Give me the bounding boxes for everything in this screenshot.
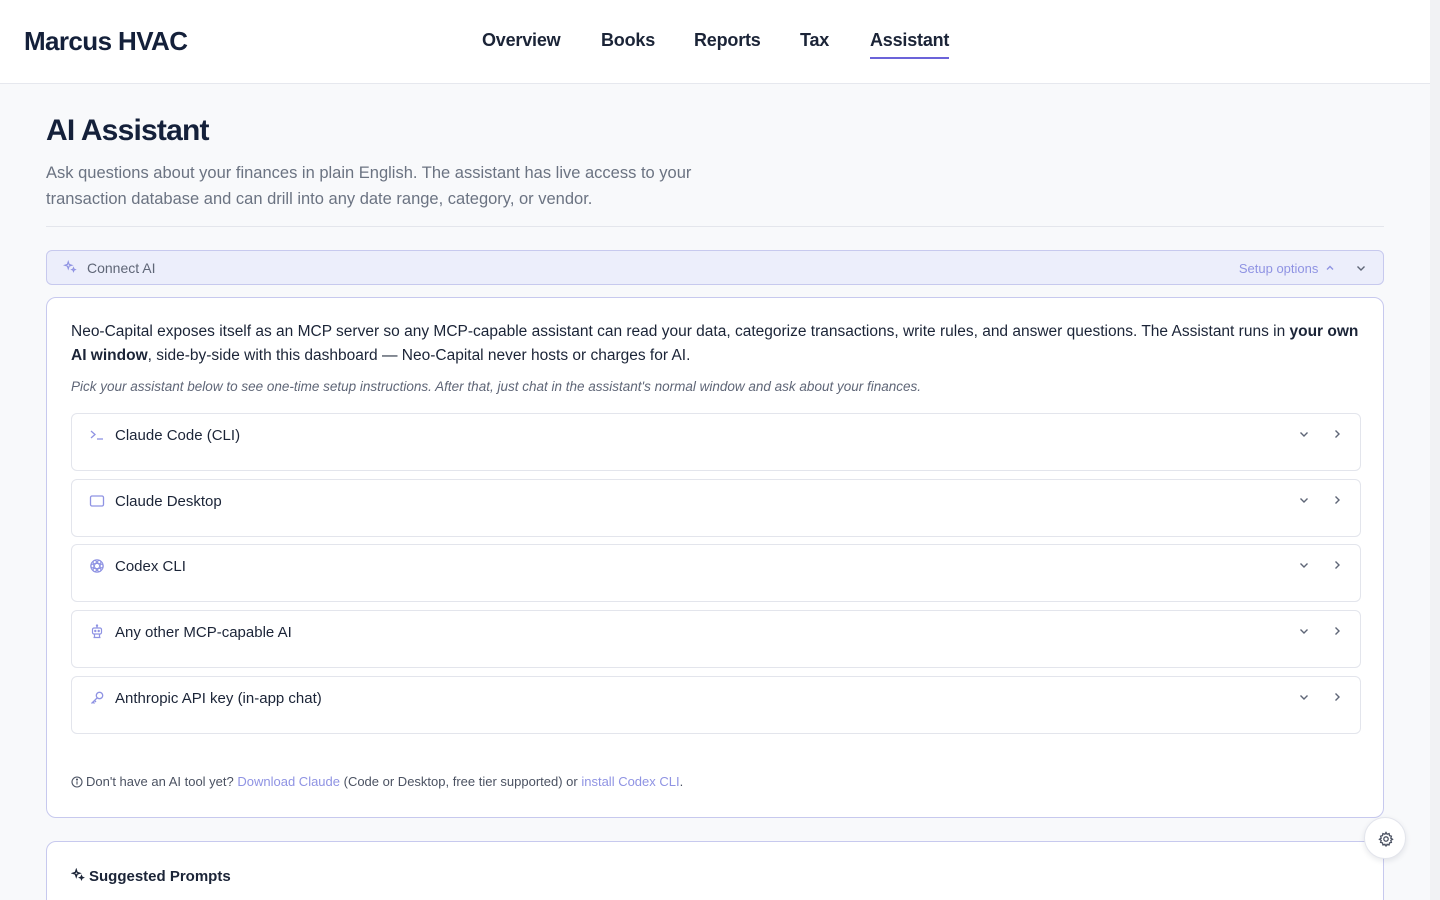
chevron-right-icon[interactable]	[1331, 558, 1343, 576]
chevron-down-icon[interactable]	[1298, 690, 1310, 708]
robot-icon	[89, 624, 105, 640]
setup-panel: Neo-Capital exposes itself as an MCP ser…	[46, 297, 1384, 818]
download-claude-link[interactable]: Download Claude	[237, 774, 340, 789]
window-icon	[89, 493, 105, 509]
chevron-right-icon[interactable]	[1331, 493, 1343, 511]
nav-tax[interactable]: Tax	[800, 30, 829, 57]
chevron-down-icon[interactable]	[1298, 624, 1310, 642]
connect-ai-bar[interactable]: Connect AI Setup options	[46, 250, 1384, 285]
openai-icon	[89, 558, 105, 574]
option-claude-desktop[interactable]: Claude Desktop	[71, 479, 1361, 537]
option-label: Claude Desktop	[115, 493, 222, 510]
option-other-mcp-ai[interactable]: Any other MCP-capable AI	[71, 610, 1361, 668]
sparkle-icon	[70, 867, 85, 887]
setup-options-label: Setup options	[1238, 261, 1319, 276]
nav-books[interactable]: Books	[601, 30, 655, 57]
page-scrollbar[interactable]	[1430, 0, 1440, 900]
chevron-down-icon[interactable]	[1298, 493, 1310, 511]
option-anthropic-api-key[interactable]: Anthropic API key (in-app chat)	[71, 676, 1361, 734]
connect-ai-label: Connect AI	[87, 260, 156, 276]
chevron-up-icon	[1326, 265, 1334, 270]
section-divider	[46, 226, 1384, 227]
setup-options-toggle[interactable]: Setup options	[1239, 261, 1335, 276]
chevron-down-icon[interactable]	[1298, 427, 1310, 445]
setup-hint: Pick your assistant below to see one-tim…	[71, 379, 922, 394]
no-ai-tool-footnote: Don't have an AI tool yet? Download Clau…	[71, 774, 683, 791]
nav-reports[interactable]: Reports	[694, 30, 761, 57]
option-label: Codex CLI	[115, 558, 186, 575]
nav-assistant[interactable]: Assistant	[870, 30, 949, 59]
key-icon	[89, 690, 105, 706]
settings-button[interactable]	[1364, 817, 1406, 859]
option-claude-code[interactable]: Claude Code (CLI)	[71, 413, 1361, 471]
sparkle-icon	[62, 259, 77, 279]
info-icon	[71, 776, 83, 791]
suggested-prompts-card: Suggested Prompts	[46, 841, 1384, 900]
install-codex-cli-link[interactable]: install Codex CLI	[581, 774, 679, 789]
page-description: Ask questions about your finances in pla…	[46, 164, 692, 208]
chevron-down-icon[interactable]	[1355, 261, 1367, 279]
chevron-right-icon[interactable]	[1331, 427, 1343, 445]
nav-overview[interactable]: Overview	[482, 30, 561, 57]
page-title: AI Assistant	[46, 114, 209, 147]
chevron-down-icon[interactable]	[1298, 558, 1310, 576]
option-label: Claude Code (CLI)	[115, 427, 241, 444]
gear-icon	[1378, 831, 1394, 847]
chevron-right-icon[interactable]	[1331, 624, 1343, 642]
option-label: Anthropic API key (in-app chat)	[115, 690, 322, 707]
main-nav: Overview Books Reports Tax Assistant	[0, 30, 1430, 60]
mcp-intro-text: Neo-Capital exposes itself as an MCP ser…	[71, 323, 1359, 364]
top-navigation-bar: Marcus HVAC Overview Books Reports Tax A…	[0, 0, 1430, 84]
chevron-right-icon[interactable]	[1331, 690, 1343, 708]
suggested-prompts-title: Suggested Prompts	[89, 868, 231, 885]
option-label: Any other MCP-capable AI	[115, 624, 292, 641]
terminal-icon	[89, 427, 105, 443]
option-codex-cli[interactable]: Codex CLI	[71, 544, 1361, 602]
